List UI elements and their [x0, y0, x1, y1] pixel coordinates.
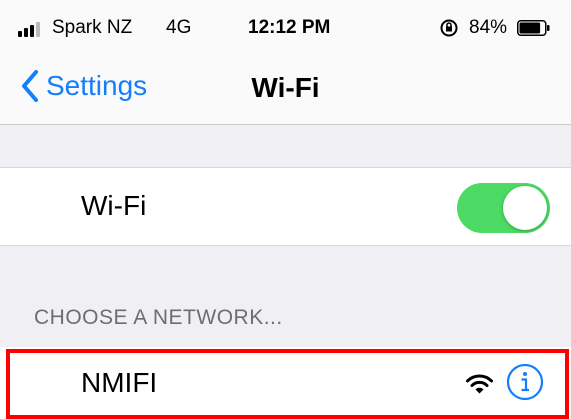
status-time: 12:12 PM: [248, 17, 331, 38]
toggle-knob: [503, 186, 547, 230]
navigation-bar: Settings Wi-Fi: [0, 52, 571, 125]
wifi-signal-icon: [466, 374, 493, 394]
network-row-nmifi[interactable]: NMIFI: [0, 347, 571, 419]
page-title: Wi-Fi: [251, 72, 320, 103]
network-name: NMIFI: [81, 367, 158, 398]
info-icon[interactable]: [506, 363, 544, 401]
choose-network-header: CHOOSE A NETWORK...: [34, 306, 283, 329]
cellular-signal-icon: [18, 21, 40, 37]
battery-icon: [517, 20, 550, 36]
wifi-settings-screen: Spark NZ 4G 12:12 PM 84% Settings Wi-Fi …: [0, 0, 571, 419]
orientation-lock-icon: [440, 19, 458, 37]
status-bar: Spark NZ 4G 12:12 PM 84%: [0, 0, 571, 52]
wifi-toggle-row: Wi-Fi: [0, 167, 571, 246]
battery-percent: 84%: [469, 17, 508, 38]
network-type: 4G: [166, 17, 192, 38]
wifi-toggle-label: Wi-Fi: [81, 190, 147, 221]
carrier-name: Spark NZ: [52, 17, 133, 38]
wifi-toggle-switch[interactable]: [457, 183, 550, 233]
top-bar: Spark NZ 4G 12:12 PM 84% Settings Wi-Fi: [0, 0, 571, 125]
